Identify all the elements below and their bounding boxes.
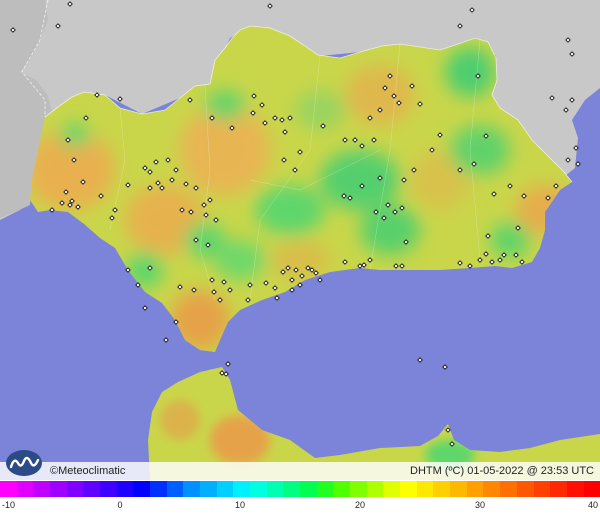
legend-swatch	[433, 481, 451, 497]
legend-swatch	[166, 481, 184, 497]
legend-swatch	[250, 481, 267, 497]
legend-swatch	[100, 481, 117, 497]
legend-swatch	[383, 481, 401, 497]
map-info-text: DHTM (ºC) 01-05-2022 @ 23:53 UTC	[410, 465, 594, 477]
variable-label: DHTM	[410, 465, 442, 477]
legend-tick-label: 40	[587, 500, 598, 510]
legend-swatch	[483, 481, 501, 497]
legend-tick-label: 30	[474, 500, 486, 510]
legend-swatch	[550, 481, 567, 497]
legend-swatch	[300, 481, 317, 497]
legend-swatch	[500, 481, 517, 497]
time-label: 23:53 UTC	[540, 465, 594, 477]
legend-swatch	[216, 481, 234, 497]
legend-swatch	[350, 481, 367, 497]
legend-tick-label: 0	[117, 500, 123, 510]
legend-swatch	[233, 481, 251, 497]
legend-tick-label: -10	[2, 500, 16, 510]
unit-label: (ºC)	[444, 465, 465, 477]
legend-swatch	[16, 481, 34, 497]
color-legend	[0, 481, 600, 497]
legend-swatch	[416, 481, 434, 497]
legend-swatch	[133, 481, 151, 497]
legend-swatch	[0, 481, 17, 497]
legend-tick-labels: -10 0 10 20 30 40	[0, 497, 600, 517]
legend-swatch	[316, 481, 334, 497]
legend-swatch	[183, 481, 201, 497]
legend-swatch	[450, 481, 467, 497]
meteoclimatic-logo-icon	[6, 450, 42, 476]
temperature-map	[0, 0, 600, 480]
legend-swatch	[150, 481, 167, 497]
legend-swatch	[66, 481, 84, 497]
legend-swatch	[566, 481, 584, 497]
legend-swatch	[533, 481, 551, 497]
date-label: 01-05-2022	[467, 465, 524, 477]
legend-swatch	[283, 481, 301, 497]
legend-swatch	[50, 481, 67, 497]
legend-swatch	[333, 481, 351, 497]
legend-swatch	[116, 481, 134, 497]
legend-swatch	[583, 481, 600, 497]
legend-swatch	[266, 481, 284, 497]
legend-swatch	[33, 481, 51, 497]
legend-swatch	[400, 481, 417, 497]
legend-tick-label: 10	[234, 500, 246, 510]
legend-swatch	[466, 481, 484, 497]
at-symbol: @	[526, 465, 538, 477]
legend-swatch	[83, 481, 101, 497]
credit-text: ©Meteoclimatic	[50, 465, 126, 477]
legend-swatch	[200, 481, 217, 497]
legend-swatch	[516, 481, 534, 497]
legend-swatch	[366, 481, 384, 497]
legend-tick-label: 20	[354, 500, 366, 510]
